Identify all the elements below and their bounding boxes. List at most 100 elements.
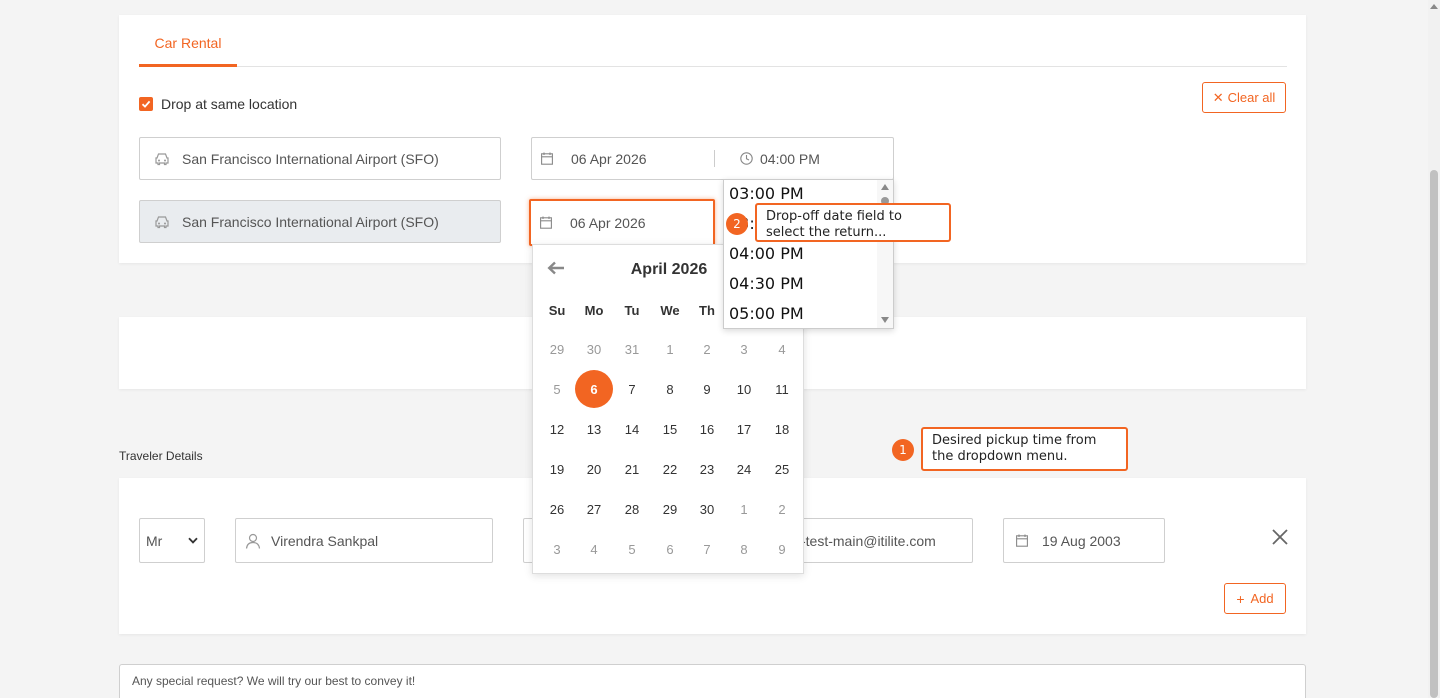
clock-icon — [738, 151, 754, 167]
add-traveler-label: Add — [1250, 591, 1274, 606]
calendar-day[interactable]: 13 — [575, 410, 613, 448]
special-request-placeholder: Any special request? We will try our bes… — [132, 674, 416, 688]
calendar-day[interactable]: 12 — [538, 410, 576, 448]
calendar-icon — [1014, 533, 1030, 549]
traveler-dob-value: 19 Aug 2003 — [1042, 532, 1121, 549]
traveler-name-input[interactable]: Virendra Sankpal — [235, 518, 493, 563]
time-option[interactable]: 04:30 PM — [729, 274, 804, 293]
page-scrollbar[interactable] — [1428, 0, 1440, 698]
traveler-name-value: Virendra Sankpal — [271, 532, 379, 549]
traveler-dob-input[interactable]: 19 Aug 2003 — [1003, 518, 1165, 563]
callout-two: Drop-off date field to select the return… — [755, 203, 951, 242]
page-scroll-up-icon[interactable] — [1430, 4, 1438, 9]
salutation-value: Mr — [146, 532, 163, 549]
calendar-day[interactable]: 26 — [538, 490, 576, 528]
time-dropdown-list[interactable]: 03:00 PM03:30 PM04:00 PM04:30 PM05:00 PM — [723, 179, 894, 329]
pickup-datetime-field: 06 Apr 2026 04:00 PM — [531, 137, 894, 180]
dropoff-location-input: San Francisco International Airport (SFO… — [139, 200, 501, 243]
traveler-section-title: Traveler Details — [119, 449, 203, 463]
weekday-label: Tu — [624, 303, 640, 318]
car-icon — [154, 151, 170, 167]
calendar-day[interactable]: 2 — [763, 490, 801, 528]
time-option[interactable]: 03:00 PM — [729, 184, 804, 203]
calendar-day[interactable]: 3 — [538, 530, 576, 568]
scroll-up-arrow-icon[interactable] — [881, 184, 889, 190]
calendar-day[interactable]: 9 — [688, 370, 726, 408]
special-request-textarea[interactable]: Any special request? We will try our bes… — [119, 664, 1306, 698]
time-option[interactable]: 04:00 PM — [729, 244, 804, 263]
tab-car-rental-label: Car Rental — [154, 35, 222, 51]
person-icon — [245, 533, 261, 549]
traveler-email-input[interactable]: -test-main@itilite.com — [780, 518, 973, 563]
drop-same-location-label: Drop at same location — [161, 96, 298, 112]
calendar-day[interactable]: 28 — [613, 490, 651, 528]
car-icon — [154, 214, 170, 230]
calendar-day[interactable]: 17 — [725, 410, 763, 448]
callout-one-text: Desired pickup time from the dropdown me… — [932, 433, 1097, 464]
calendar-icon — [539, 151, 555, 167]
scroll-down-arrow-icon[interactable] — [881, 317, 889, 323]
calendar-day[interactable]: 5 — [538, 370, 576, 408]
calendar-day[interactable]: 8 — [725, 530, 763, 568]
tab-bar: Car Rental — [139, 15, 1287, 67]
callout-one-badge: 1 — [892, 439, 914, 461]
close-icon: ✕ — [1212, 89, 1224, 105]
remove-traveler-close-icon[interactable] — [1271, 528, 1289, 551]
callout-one: Desired pickup time from the dropdown me… — [921, 427, 1128, 471]
time-option[interactable]: 05:00 PM — [729, 304, 804, 323]
pickup-date-input[interactable]: 06 Apr 2026 — [532, 138, 714, 179]
dropoff-date-input[interactable]: 06 Apr 2026 — [529, 199, 715, 246]
calendar-day-selected[interactable]: 6 — [575, 370, 613, 408]
calendar-day[interactable]: 24 — [725, 450, 763, 488]
calendar-day[interactable]: 9 — [763, 530, 801, 568]
calendar-day[interactable]: 10 — [725, 370, 763, 408]
calendar-day[interactable]: 5 — [613, 530, 651, 568]
calendar-day[interactable]: 22 — [651, 450, 689, 488]
callout-two-text: Drop-off date field to select the return… — [766, 209, 902, 240]
tab-car-rental[interactable]: Car Rental — [139, 35, 237, 67]
calendar-day[interactable]: 27 — [575, 490, 613, 528]
pickup-location-input[interactable]: San Francisco International Airport (SFO… — [139, 137, 501, 180]
calendar-day[interactable]: 15 — [651, 410, 689, 448]
calendar-day[interactable]: 29 — [651, 490, 689, 528]
calendar-day[interactable]: 8 — [651, 370, 689, 408]
pickup-time-value: 04:00 PM — [760, 150, 820, 167]
drop-same-location-checkbox[interactable] — [139, 97, 153, 111]
calendar-day[interactable]: 2 — [688, 330, 726, 368]
traveler-email-value: -test-main@itilite.com — [801, 532, 936, 549]
checkmark-icon — [141, 100, 151, 108]
calendar-day[interactable]: 25 — [763, 450, 801, 488]
clear-all-button[interactable]: ✕ Clear all — [1202, 82, 1286, 113]
calendar-day[interactable]: 31 — [613, 330, 651, 368]
calendar-day[interactable]: 14 — [613, 410, 651, 448]
calendar-day[interactable]: 30 — [575, 330, 613, 368]
calendar-day[interactable]: 16 — [688, 410, 726, 448]
pickup-location-value: San Francisco International Airport (SFO… — [182, 150, 439, 167]
callout-two-badge: 2 — [726, 213, 748, 235]
calendar-day[interactable]: 7 — [613, 370, 651, 408]
dropoff-location-value: San Francisco International Airport (SFO… — [182, 213, 439, 230]
calendar-day[interactable]: 11 — [763, 370, 801, 408]
dropoff-date-value: 06 Apr 2026 — [570, 214, 646, 231]
calendar-day[interactable]: 7 — [688, 530, 726, 568]
pickup-time-input[interactable]: 04:00 PM — [715, 138, 893, 179]
salutation-select[interactable]: Mr — [139, 518, 205, 563]
calendar-day[interactable]: 4 — [575, 530, 613, 568]
calendar-day[interactable]: 4 — [763, 330, 801, 368]
calendar-day[interactable]: 23 — [688, 450, 726, 488]
calendar-day[interactable]: 21 — [613, 450, 651, 488]
calendar-day[interactable]: 1 — [725, 490, 763, 528]
calendar-day[interactable]: 3 — [725, 330, 763, 368]
calendar-day[interactable]: 29 — [538, 330, 576, 368]
pickup-date-value: 06 Apr 2026 — [571, 150, 647, 167]
calendar-icon — [538, 215, 554, 231]
add-traveler-button[interactable]: + Add — [1224, 583, 1286, 614]
calendar-day[interactable]: 30 — [688, 490, 726, 528]
page-scrollbar-thumb[interactable] — [1430, 170, 1438, 698]
clear-all-label: Clear all — [1227, 90, 1276, 105]
calendar-day[interactable]: 20 — [575, 450, 613, 488]
calendar-day[interactable]: 1 — [651, 330, 689, 368]
calendar-day[interactable]: 18 — [763, 410, 801, 448]
calendar-day[interactable]: 6 — [651, 530, 689, 568]
calendar-day[interactable]: 19 — [538, 450, 576, 488]
